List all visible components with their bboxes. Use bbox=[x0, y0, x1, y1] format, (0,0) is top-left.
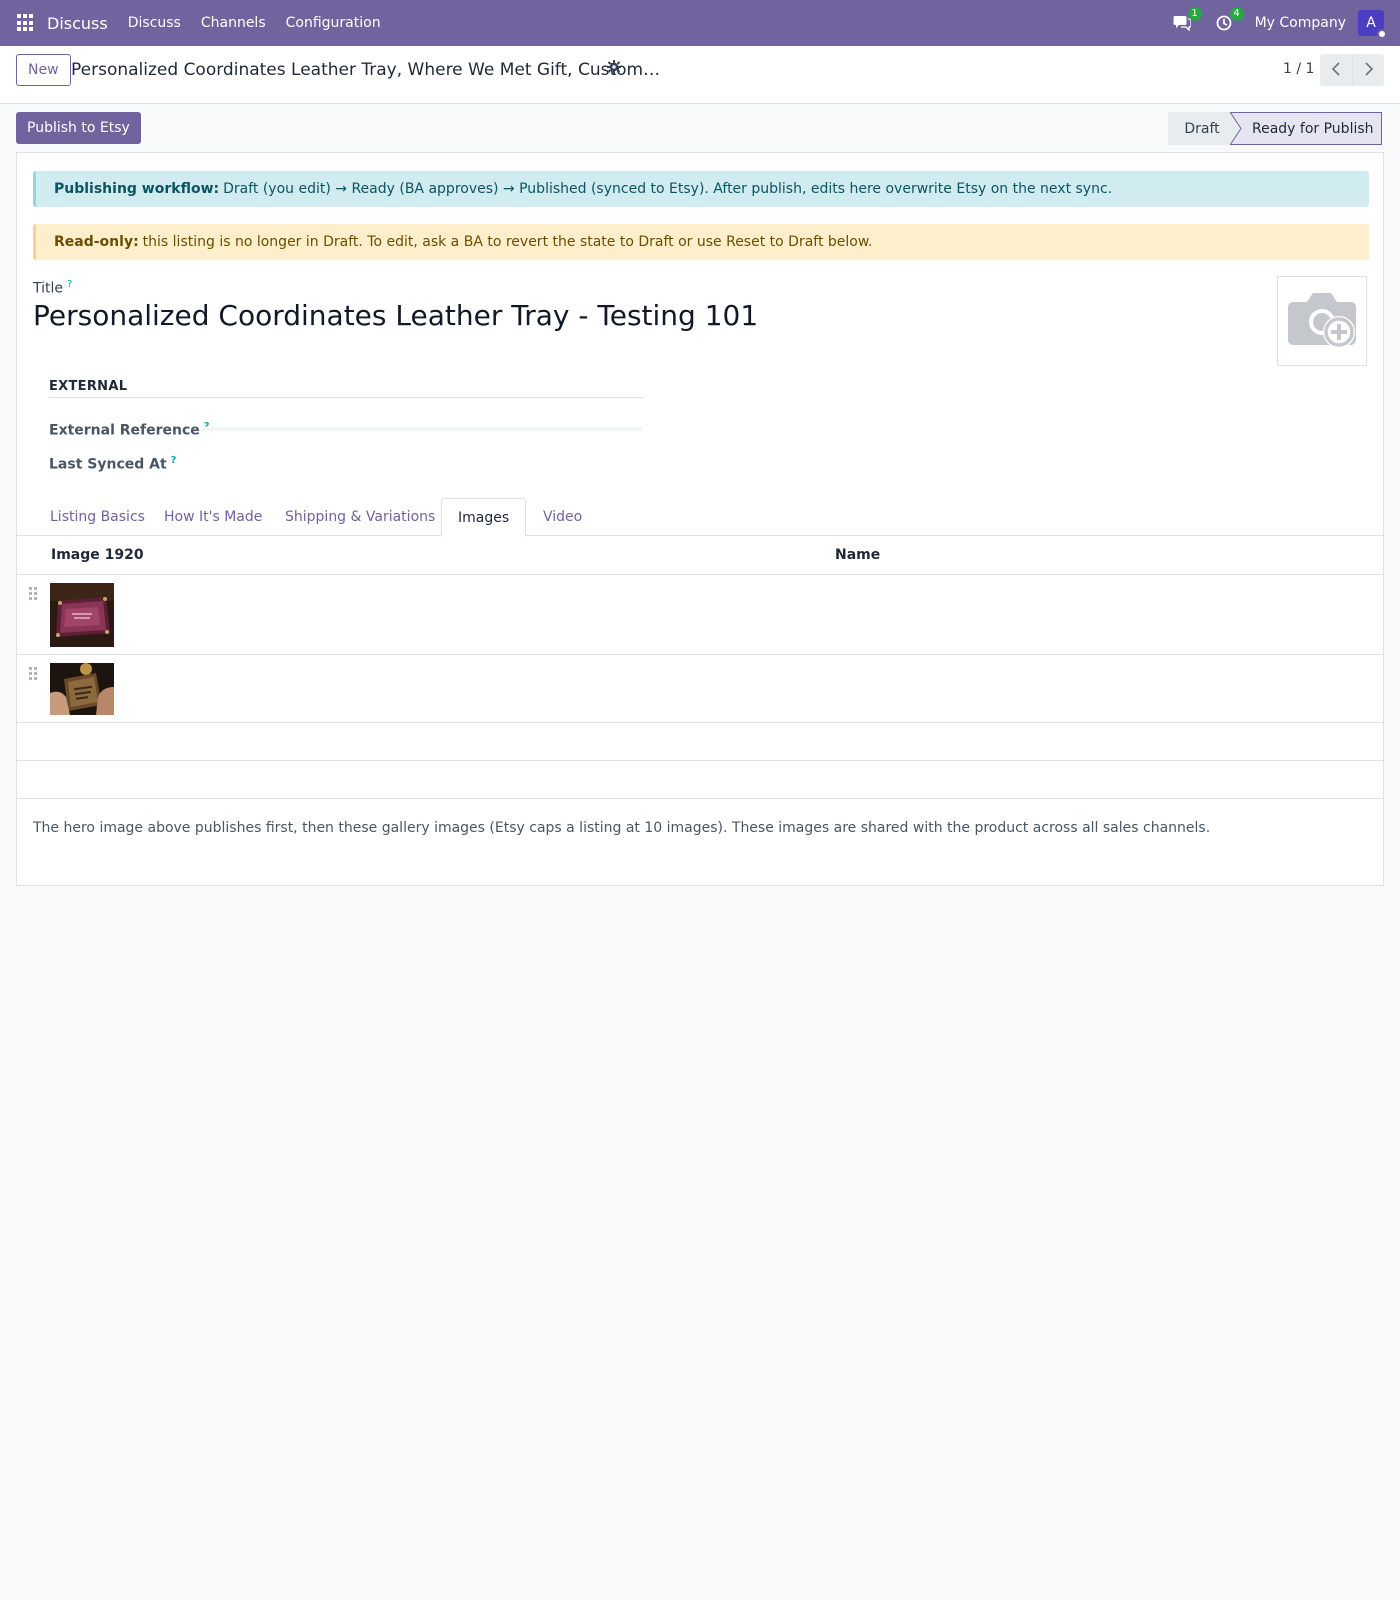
pager-previous-button[interactable] bbox=[1320, 54, 1352, 86]
activities-badge: 4 bbox=[1229, 7, 1244, 21]
table-empty-row bbox=[17, 761, 1383, 799]
status-bar: Draft Ready for Publish bbox=[1168, 112, 1382, 145]
column-image-1920[interactable]: Image 1920 bbox=[51, 547, 144, 563]
title-label: Title? bbox=[33, 279, 72, 297]
title-field[interactable]: Personalized Coordinates Leather Tray - … bbox=[33, 299, 758, 332]
menu-channels[interactable]: Channels bbox=[201, 15, 266, 31]
last-synced-help-tooltip[interactable]: ? bbox=[171, 455, 177, 466]
stage-arrow-icon bbox=[1230, 112, 1242, 145]
control-panel: New Personalized Coordinates Leather Tra… bbox=[0, 46, 1400, 104]
user-avatar[interactable]: A bbox=[1358, 10, 1387, 39]
company-switcher[interactable]: My Company bbox=[1255, 15, 1346, 31]
table-row[interactable] bbox=[17, 655, 1383, 723]
form-sheet: Publishing workflow: Draft (you edit) → … bbox=[16, 152, 1384, 886]
images-table-header: Image 1920 Name bbox=[17, 537, 1383, 575]
table-empty-row bbox=[17, 723, 1383, 761]
menu-configuration[interactable]: Configuration bbox=[286, 15, 381, 31]
apps-menu-icon[interactable] bbox=[17, 14, 35, 32]
chevron-left-icon bbox=[1331, 61, 1341, 80]
alert-warning-text: this listing is no longer in Draft. To e… bbox=[142, 234, 873, 250]
publish-to-etsy-button[interactable]: Publish to Etsy bbox=[16, 112, 141, 144]
alert-info-bold: Publishing workflow: bbox=[54, 181, 220, 197]
stage-ready-for-publish[interactable]: Ready for Publish bbox=[1230, 112, 1382, 145]
tab-shipping-variations[interactable]: Shipping & Variations bbox=[269, 498, 451, 536]
chevron-right-icon bbox=[1364, 61, 1374, 80]
leather-tray-hands-thumbnail[interactable] bbox=[50, 663, 114, 715]
drag-handle-icon[interactable] bbox=[29, 667, 37, 680]
messages-icon[interactable]: 1 bbox=[1171, 7, 1202, 34]
activities-clock-icon[interactable]: 4 bbox=[1213, 7, 1244, 34]
new-button[interactable]: New bbox=[16, 54, 71, 86]
external-reference-label: External Reference? bbox=[49, 421, 210, 439]
breadcrumb-record-title: Personalized Coordinates Leather Tray, W… bbox=[71, 60, 661, 80]
menu-discuss[interactable]: Discuss bbox=[128, 15, 181, 31]
messages-badge: 1 bbox=[1187, 7, 1202, 21]
pager-next-button[interactable] bbox=[1352, 54, 1384, 86]
table-row[interactable] bbox=[17, 575, 1383, 655]
tab-video[interactable]: Video bbox=[527, 498, 598, 536]
drag-handle-icon[interactable] bbox=[29, 587, 37, 600]
tab-images[interactable]: Images bbox=[441, 498, 527, 537]
title-help-tooltip[interactable]: ? bbox=[67, 279, 72, 290]
presence-status-icon bbox=[1377, 29, 1387, 39]
camera-plus-icon bbox=[1287, 288, 1357, 354]
last-synced-label: Last Synced At? bbox=[49, 455, 176, 473]
external-reference-label-text: External Reference bbox=[49, 422, 200, 439]
group-divider bbox=[49, 397, 643, 398]
title-label-text: Title bbox=[33, 280, 64, 297]
last-synced-label-text: Last Synced At bbox=[49, 456, 167, 473]
images-help-note: The hero image above publishes first, th… bbox=[33, 820, 1211, 836]
notebook-tabs: Listing Basics How It's Made Shipping & … bbox=[17, 498, 1383, 537]
read-only-alert: Read-only: this listing is no longer in … bbox=[33, 224, 1369, 260]
alert-info-text: Draft (you edit) → Ready (BA approves) →… bbox=[223, 181, 1113, 197]
publishing-workflow-alert: Publishing workflow: Draft (you edit) → … bbox=[33, 171, 1369, 207]
tab-listing-basics[interactable]: Listing Basics bbox=[34, 498, 161, 536]
alert-warning-bold: Read-only: bbox=[54, 234, 139, 250]
tab-how-its-made[interactable]: How It's Made bbox=[148, 498, 278, 536]
external-group-heading: EXTERNAL bbox=[49, 379, 128, 394]
app-brand[interactable]: Discuss bbox=[47, 14, 108, 33]
pager-value[interactable]: 1 / 1 bbox=[1283, 61, 1314, 77]
avatar-initial: A bbox=[1366, 15, 1376, 31]
leather-tray-pink-thumbnail[interactable] bbox=[50, 583, 114, 647]
top-navbar: Discuss Discuss Channels Configuration 1… bbox=[0, 0, 1400, 46]
external-reference-field[interactable] bbox=[203, 427, 643, 431]
gear-icon[interactable] bbox=[607, 60, 621, 78]
stage-draft[interactable]: Draft bbox=[1168, 112, 1230, 145]
hero-image-upload[interactable] bbox=[1277, 276, 1367, 366]
column-name[interactable]: Name bbox=[835, 547, 880, 563]
